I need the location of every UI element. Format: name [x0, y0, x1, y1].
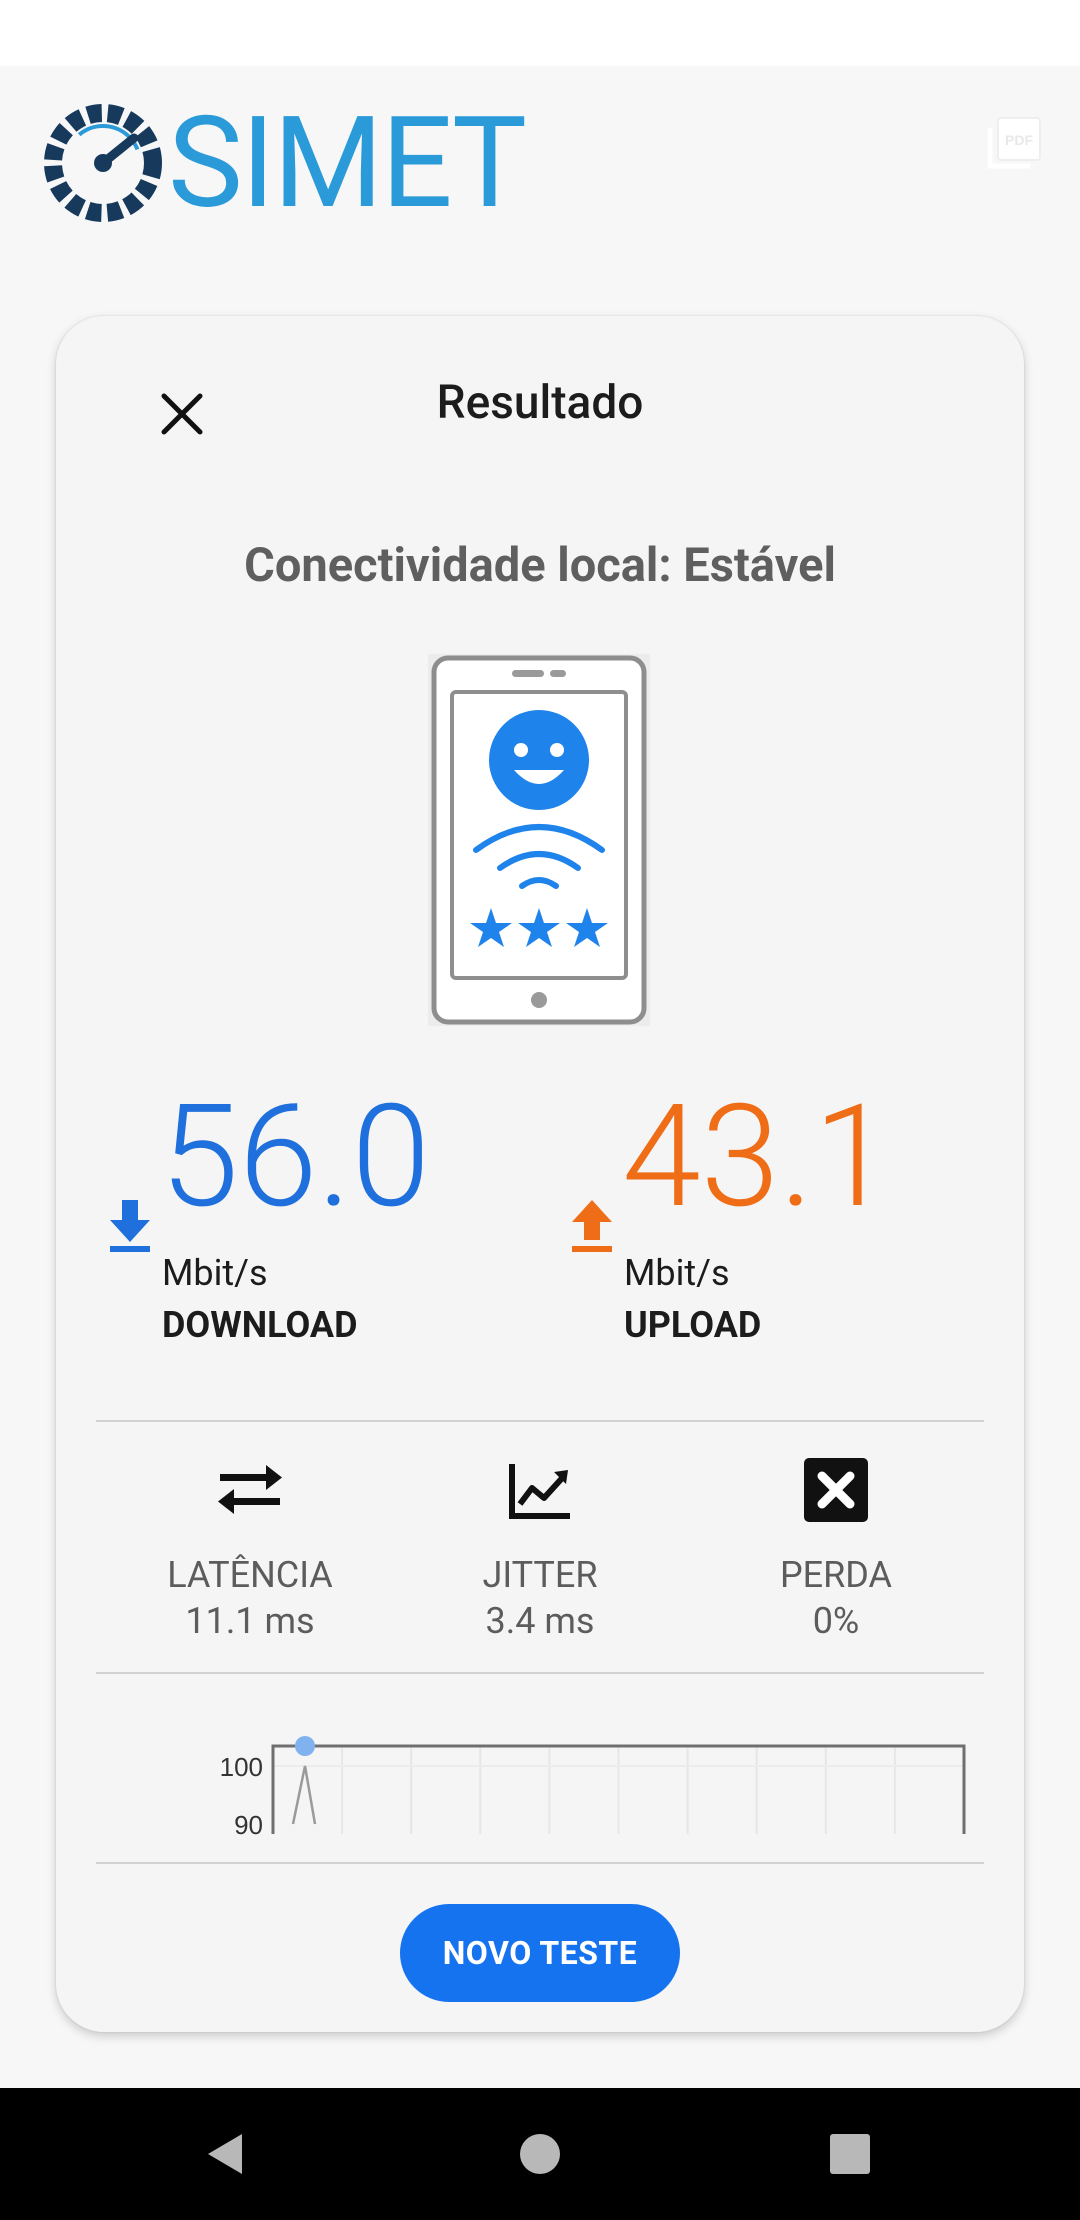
y-tick-label: 90: [234, 1810, 263, 1836]
pdf-export-icon[interactable]: PDF: [984, 114, 1044, 174]
series-line: [291, 1765, 317, 1825]
data-point: [295, 1736, 315, 1756]
app-logo: SIMET: [40, 89, 527, 237]
new-test-button[interactable]: NOVO TESTE: [400, 1904, 680, 2002]
download-label: DOWNLOAD: [162, 1304, 358, 1346]
download-arrow-icon: [110, 1200, 150, 1252]
happy-phone-illustration: [428, 654, 650, 1026]
recents-square-icon[interactable]: [814, 2118, 886, 2190]
metric-latency: LATÊNCIA 11.1 ms: [100, 1454, 400, 1641]
metric-jitter: JITTER 3.4 ms: [390, 1454, 690, 1641]
result-card: Resultado Conectividade local: Estável 5…: [56, 316, 1024, 2032]
metric-label: JITTER: [482, 1554, 598, 1596]
divider: [96, 1862, 984, 1864]
upload-arrow-icon: [572, 1200, 612, 1252]
latency-chart: 100 90: [220, 1736, 966, 1836]
upload-label: UPLOAD: [624, 1304, 762, 1346]
metric-value: 0%: [812, 1599, 860, 1642]
trend-chart-icon: [509, 1464, 570, 1519]
swap-arrows-icon: [218, 1465, 282, 1514]
metric-label: PERDA: [779, 1554, 893, 1596]
metric-value: 11.1 ms: [185, 1599, 315, 1642]
metric-label: LATÊNCIA: [167, 1554, 333, 1596]
download-unit: Mbit/s: [162, 1252, 268, 1294]
divider: [96, 1420, 984, 1422]
home-circle-icon[interactable]: [504, 2118, 576, 2190]
svg-text:PDF: PDF: [1005, 132, 1033, 148]
logo-text: SIMET: [168, 89, 527, 237]
back-triangle-icon[interactable]: [190, 2118, 262, 2190]
navigation-bar: [0, 2088, 1080, 2220]
x-box-icon: [804, 1458, 868, 1522]
result-title: Resultado: [436, 376, 644, 430]
connectivity-status: Conectividade local: Estável: [244, 538, 836, 593]
upload-unit: Mbit/s: [624, 1252, 730, 1294]
status-bar: [0, 0, 1080, 66]
y-tick-label: 100: [220, 1752, 263, 1782]
upload-value: 43.1: [622, 1073, 893, 1240]
divider: [96, 1672, 984, 1674]
download-value: 56.0: [160, 1073, 431, 1240]
speedometer-logo-icon: [44, 104, 162, 222]
metric-value: 3.4 ms: [485, 1599, 595, 1642]
metric-loss: PERDA 0%: [686, 1454, 986, 1641]
